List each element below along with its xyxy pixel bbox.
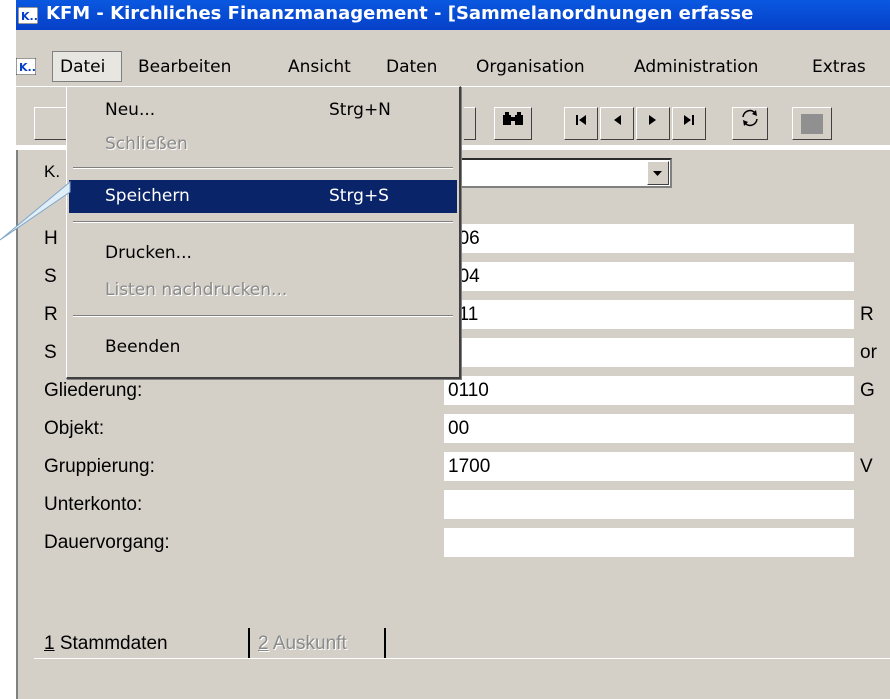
- field-r[interactable]: 011: [444, 300, 854, 329]
- menu-beenden[interactable]: Beenden: [69, 331, 457, 364]
- field-objekt[interactable]: 00: [444, 414, 854, 443]
- menu-separator: [73, 315, 453, 317]
- previous-record-button[interactable]: [600, 107, 634, 140]
- svg-text:K..: K..: [19, 61, 36, 74]
- refresh-button[interactable]: [732, 107, 768, 140]
- menu-listen-nachdrucken[interactable]: Listen nachdrucken...: [69, 274, 457, 307]
- toolbar-button-partial[interactable]: [464, 107, 476, 140]
- menu-item-bearbeiten[interactable]: Bearbeiten: [138, 57, 231, 77]
- tab-auskunft-number: 2: [258, 633, 269, 654]
- grey-square-icon: [801, 114, 823, 134]
- row-label-gruppierung: Gruppierung:: [44, 456, 155, 477]
- refresh-icon: [740, 109, 760, 131]
- row-label-dauervorgang: Dauervorgang:: [44, 532, 170, 553]
- menu-item-ansicht[interactable]: Ansicht: [288, 57, 351, 77]
- last-record-button[interactable]: [672, 107, 706, 140]
- next-record-button[interactable]: [636, 107, 670, 140]
- tab-auskunft-label: Auskunft: [272, 633, 347, 654]
- field-h[interactable]: 006: [444, 224, 854, 253]
- first-record-icon: [575, 115, 587, 131]
- combo-select[interactable]: [444, 158, 672, 188]
- tab-stammdaten-label: Stammdaten: [59, 633, 168, 654]
- field-s[interactable]: 004: [444, 262, 854, 291]
- window-title: KFM - Kirchliches Finanzmanagement - [Sa…: [46, 3, 754, 24]
- first-record-button[interactable]: [564, 107, 598, 140]
- kfm-logo-icon: K..: [17, 6, 39, 25]
- field-dauervorgang[interactable]: [444, 528, 854, 557]
- row-label-r: R: [44, 304, 58, 325]
- row-label-objekt: Objekt:: [44, 418, 105, 439]
- find-button[interactable]: [494, 107, 532, 140]
- tab-panel-edge: [34, 658, 890, 659]
- right-label-g: G: [860, 380, 875, 401]
- tab-divider: [248, 628, 250, 658]
- menu-listen-nachdrucken-label: Listen nachdrucken...: [105, 280, 288, 300]
- title-strip: [16, 30, 890, 50]
- menu-item-extras[interactable]: Extras: [812, 57, 866, 77]
- svg-text:K..: K..: [21, 10, 38, 23]
- menu-speichern-label: Speichern: [105, 186, 190, 206]
- tab-stammdaten[interactable]: 1 Stammdaten: [44, 628, 168, 662]
- menu-separator: [73, 221, 453, 223]
- menu-neu[interactable]: Neu... Strg+N: [69, 94, 457, 127]
- mdi-doc-icon[interactable]: K..: [15, 57, 37, 80]
- field-gliederung[interactable]: 0110: [444, 376, 854, 405]
- menu-item-datei[interactable]: Datei: [60, 57, 105, 77]
- menu-speichern[interactable]: Speichern Strg+S: [69, 180, 457, 213]
- binoculars-icon: [502, 112, 524, 131]
- menu-drucken-label: Drucken...: [105, 243, 192, 263]
- field-s2[interactable]: 0: [444, 338, 854, 367]
- title-bar: K.. KFM - Kirchliches Finanzmanagement -…: [16, 0, 890, 30]
- right-label-r: R: [860, 304, 874, 325]
- menu-schliessen-label: Schließen: [105, 134, 188, 154]
- datei-dropdown-menu: Neu... Strg+N Schließen Speichern Strg+S…: [66, 86, 461, 379]
- field-unterkonto[interactable]: [444, 490, 854, 519]
- menu-schliessen[interactable]: Schließen: [69, 128, 457, 161]
- menu-neu-label: Neu...: [105, 100, 156, 120]
- menu-item-organisation[interactable]: Organisation: [476, 57, 585, 77]
- callout-tail: [0, 180, 71, 241]
- previous-record-icon: [612, 115, 622, 131]
- tab-stammdaten-number: 1: [44, 633, 55, 654]
- tab-divider-end: [384, 628, 386, 658]
- menu-beenden-label: Beenden: [105, 337, 181, 357]
- menu-item-daten[interactable]: Daten: [386, 57, 437, 77]
- menu-drucken[interactable]: Drucken...: [69, 237, 457, 270]
- right-label-v: V: [860, 456, 873, 477]
- menu-speichern-shortcut: Strg+S: [329, 186, 389, 206]
- menu-item-administration[interactable]: Administration: [634, 57, 758, 77]
- right-label-or: or: [860, 342, 877, 363]
- next-record-icon: [648, 115, 658, 131]
- chevron-down-icon[interactable]: [647, 161, 669, 185]
- row-label-gliederung: Gliederung:: [44, 380, 143, 401]
- tab-auskunft[interactable]: 2 Auskunft: [258, 628, 347, 662]
- row-label-s: S: [44, 266, 57, 287]
- field-gruppierung[interactable]: 1700: [444, 452, 854, 481]
- row-label-unterkonto: Unterkonto:: [44, 494, 143, 515]
- menu-separator: [73, 167, 453, 169]
- last-record-icon: [683, 115, 695, 131]
- menu-neu-shortcut: Strg+N: [329, 100, 391, 120]
- disabled-toolbar-button[interactable]: [792, 107, 832, 140]
- row-label-s2: S: [44, 342, 57, 363]
